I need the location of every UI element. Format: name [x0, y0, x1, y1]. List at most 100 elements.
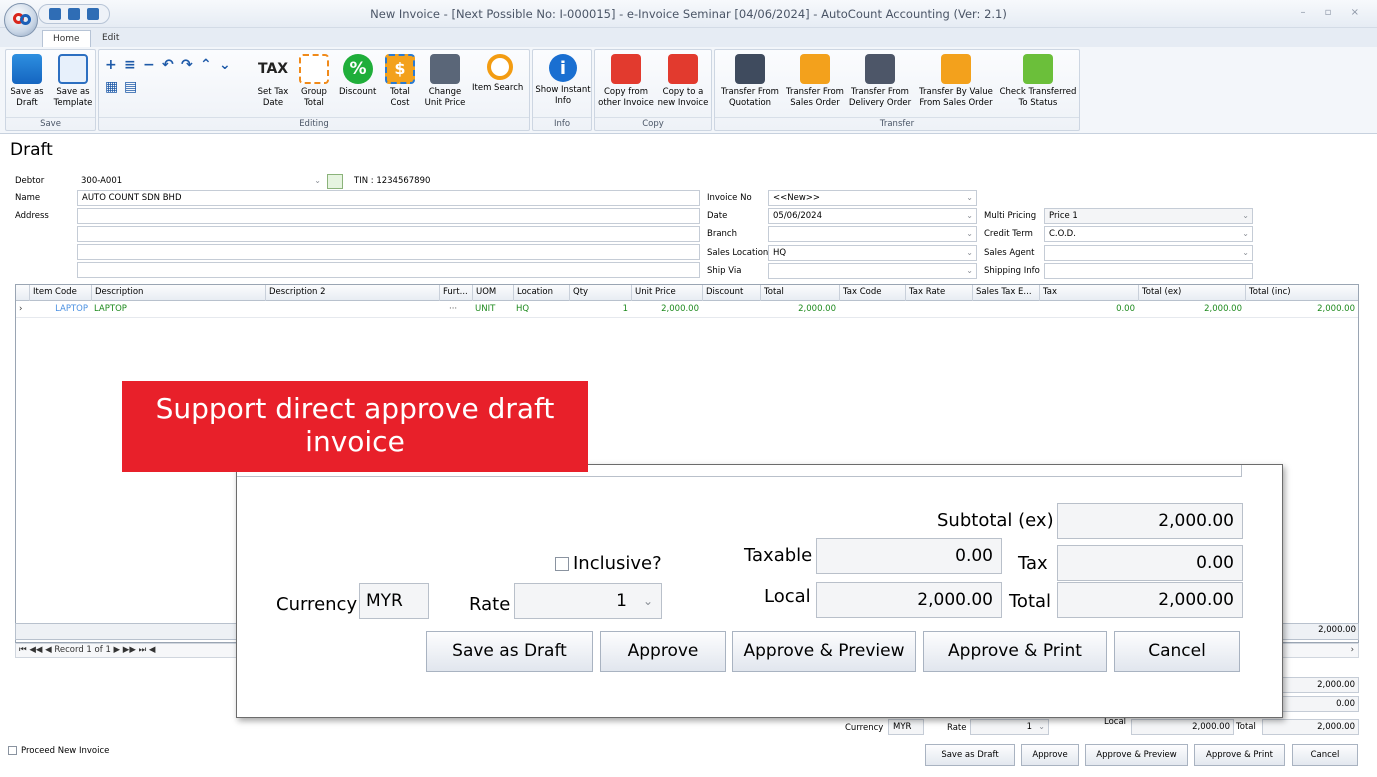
save-as-template-button[interactable]: Save as Template — [52, 52, 94, 108]
checkbox-icon[interactable] — [555, 557, 569, 571]
zoom-cancel-button[interactable]: Cancel — [1114, 631, 1240, 672]
column-header[interactable]: UOM — [472, 285, 513, 301]
cancel-button[interactable]: Cancel — [1292, 744, 1358, 766]
edit-small-icons-2: ▦ ▤ — [105, 80, 138, 94]
ribbon-group-editing: + ≡ − ↶ ↷ ⌃ ⌄ ▦ ▤ TAX Set Tax Date Group… — [98, 49, 530, 131]
column-header[interactable]: Sales Tax E... — [972, 285, 1039, 301]
column-header[interactable]: Unit Price — [631, 285, 702, 301]
transfer-from-sales-order-button[interactable]: Transfer From Sales Order — [783, 52, 847, 108]
cell-further-button[interactable]: ··· — [446, 302, 472, 318]
insert-row-icon[interactable]: ≡ — [124, 58, 138, 72]
undo-icon[interactable]: ↶ — [162, 58, 176, 72]
save-as-draft-button[interactable]: Save as Draft — [925, 744, 1015, 766]
multi-pricing-field[interactable]: Price 1 ⌄ — [1044, 208, 1253, 224]
debtor-field[interactable]: 300-A001 ⌄ — [77, 174, 324, 190]
ship-via-field[interactable]: ⌄ — [768, 263, 977, 279]
invoice-no-field[interactable]: <<New>> ⌄ — [768, 190, 977, 206]
transfer-from-delivery-order-button[interactable]: Transfer From Delivery Order — [847, 52, 913, 108]
rate-field[interactable]: 1 ⌄ — [970, 719, 1049, 735]
approve-print-button[interactable]: Approve & Print — [1194, 744, 1285, 766]
address-line-2[interactable] — [77, 226, 700, 242]
cell-item-code[interactable]: LAPTOP — [29, 302, 91, 318]
discount-button[interactable]: % Discount — [339, 52, 377, 97]
zoom-approve-preview-button[interactable]: Approve & Preview — [732, 631, 916, 672]
cell-tax-rate[interactable] — [905, 302, 972, 318]
zoom-approve-button[interactable]: Approve — [600, 631, 726, 672]
app-menu-button[interactable] — [4, 3, 38, 37]
cell-tax[interactable]: 0.00 — [1039, 302, 1138, 318]
copy-to-new-invoice-button[interactable]: Copy to a new Invoice — [655, 52, 711, 108]
column-header[interactable]: Total — [760, 285, 839, 301]
proceed-new-invoice-checkbox[interactable]: Proceed New Invoice — [8, 746, 109, 756]
redo-icon[interactable]: ↷ — [181, 58, 195, 72]
approve-preview-button[interactable]: Approve & Preview — [1085, 744, 1188, 766]
column-header[interactable]: Total (ex) — [1138, 285, 1245, 301]
debtor-search-icon[interactable] — [327, 174, 343, 189]
name-field[interactable]: AUTO COUNT SDN BHD — [77, 190, 700, 206]
column-header[interactable]: Qty — [569, 285, 631, 301]
item-search-button[interactable]: Item Search — [472, 52, 528, 93]
sales-agent-field[interactable]: ⌄ — [1044, 245, 1253, 261]
checkbox-icon[interactable] — [8, 746, 17, 755]
branch-field[interactable]: ⌄ — [768, 226, 977, 242]
cell-description[interactable]: LAPTOP — [91, 302, 265, 318]
transfer-by-value-button[interactable]: Transfer By Value From Sales Order — [915, 52, 997, 108]
column-header[interactable]: Discount — [702, 285, 760, 301]
group-total-button[interactable]: Group Total — [298, 52, 330, 108]
cell-total-ex[interactable]: 2,000.00 — [1138, 302, 1245, 318]
set-tax-date-button[interactable]: TAX Set Tax Date — [255, 52, 291, 108]
show-instant-info-button[interactable]: i Show Instant Info — [535, 52, 591, 106]
approve-button[interactable]: Approve — [1021, 744, 1079, 766]
cell-sales-tax-exemption[interactable] — [972, 302, 1039, 318]
invoice-no-label: Invoice No — [707, 193, 752, 203]
move-up-icon[interactable]: ⌃ — [200, 58, 214, 72]
change-unit-price-button[interactable]: Change Unit Price — [424, 52, 466, 108]
window-controls[interactable]: – ▫ × — [1300, 7, 1367, 18]
column-header[interactable]: Item Code — [29, 285, 91, 301]
column-header[interactable]: Tax Code — [839, 285, 905, 301]
add-row-icon[interactable]: + — [105, 58, 119, 72]
column-header[interactable]: Tax Rate — [905, 285, 972, 301]
delete-row-icon[interactable]: − — [143, 58, 157, 72]
cell-tax-code[interactable] — [839, 302, 905, 318]
shipping-info-field[interactable] — [1044, 263, 1253, 279]
cell-uom[interactable]: UNIT — [472, 302, 513, 318]
table-row[interactable]: › LAPTOP LAPTOP ··· UNIT HQ 1 2,000.00 2… — [16, 302, 1358, 318]
cell-unit-price[interactable]: 2,000.00 — [631, 302, 702, 318]
move-down-icon[interactable]: ⌄ — [219, 58, 233, 72]
cell-total[interactable]: 2,000.00 — [760, 302, 839, 318]
date-field[interactable]: 05/06/2024 ⌄ — [768, 208, 977, 224]
credit-term-field[interactable]: C.O.D. ⌄ — [1044, 226, 1253, 242]
list-icon[interactable]: ▤ — [124, 80, 138, 94]
edit-small-icons: + ≡ − ↶ ↷ ⌃ ⌄ — [105, 58, 233, 72]
cell-qty[interactable]: 1 — [569, 302, 631, 318]
cell-total-inc[interactable]: 2,000.00 — [1245, 302, 1358, 318]
tab-home[interactable]: Home — [42, 30, 91, 47]
calendar-icon[interactable]: ▦ — [105, 80, 119, 94]
column-header[interactable]: Furt... — [439, 285, 472, 301]
dropdown-icon[interactable]: ⌄ — [643, 584, 653, 618]
sales-location-field[interactable]: HQ ⌄ — [768, 245, 977, 261]
scroll-right-icon[interactable]: › — [1351, 644, 1354, 657]
address-line-4[interactable] — [77, 262, 700, 278]
total-cost-button[interactable]: $ Total Cost — [384, 52, 416, 108]
save-as-draft-ribbon-button[interactable]: Save as Draft — [8, 52, 46, 108]
zoom-rate-field[interactable]: 1 ⌄ — [514, 583, 662, 619]
column-header[interactable]: Description — [91, 285, 265, 301]
check-transferred-status-button[interactable]: Check Transferred To Status — [999, 52, 1077, 108]
cell-location[interactable]: HQ — [513, 302, 569, 318]
zoom-approve-print-button[interactable]: Approve & Print — [923, 631, 1107, 672]
address-line-1[interactable] — [77, 208, 700, 224]
column-header[interactable]: Total (inc) — [1245, 285, 1358, 301]
cell-description-2[interactable] — [265, 302, 439, 318]
column-header[interactable]: Location — [513, 285, 569, 301]
column-header[interactable]: Tax — [1039, 285, 1138, 301]
transfer-from-quotation-button[interactable]: Transfer From Quotation — [717, 52, 783, 108]
copy-from-other-invoice-button[interactable]: Copy from other Invoice — [597, 52, 655, 108]
tab-edit[interactable]: Edit — [92, 30, 129, 47]
cell-discount[interactable] — [702, 302, 760, 318]
zoom-save-as-draft-button[interactable]: Save as Draft — [426, 631, 593, 672]
inclusive-checkbox[interactable]: Inclusive? — [555, 553, 662, 574]
address-line-3[interactable] — [77, 244, 700, 260]
column-header[interactable]: Description 2 — [265, 285, 439, 301]
